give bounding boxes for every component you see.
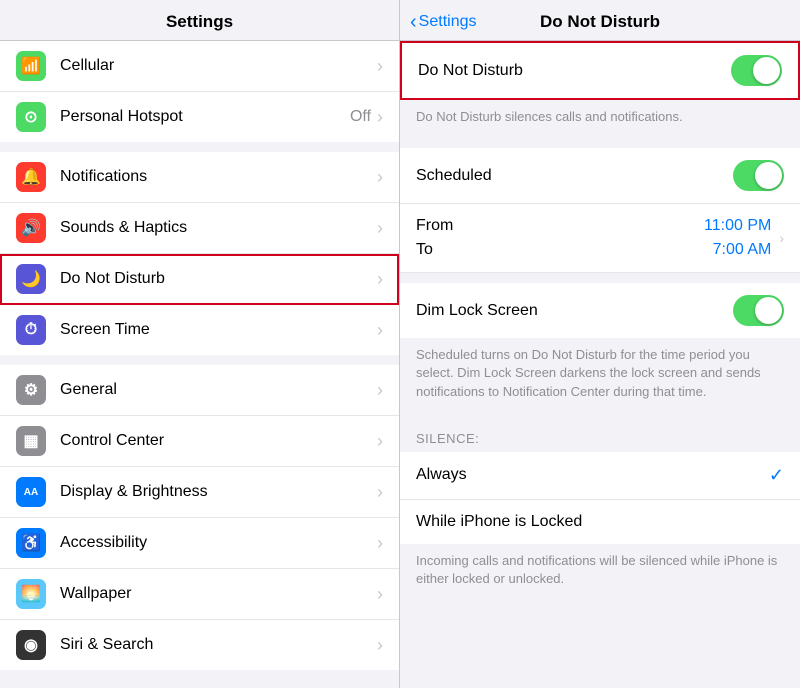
item-label-siri: Siri & Search (60, 636, 377, 654)
dim-lock-row[interactable]: Dim Lock Screen (400, 283, 800, 338)
dim-toggle[interactable] (733, 295, 784, 326)
left-header-title: Settings (166, 12, 233, 31)
back-button[interactable]: ‹ Settings (410, 11, 476, 34)
right-header-title: Do Not Disturb (540, 12, 660, 32)
left-panel-header: Settings (0, 0, 399, 41)
display-icon: AA (16, 477, 46, 507)
settings-item-sounds[interactable]: 🔊 Sounds & Haptics › (0, 203, 399, 254)
dnd-toggle-row[interactable]: Do Not Disturb (402, 43, 798, 98)
while-locked-label: While iPhone is Locked (416, 513, 784, 531)
sounds-icon: 🔊 (16, 213, 46, 243)
chevron-icon-screentime: › (377, 320, 383, 341)
scheduled-info: Scheduled turns on Do Not Disturb for th… (400, 338, 800, 413)
to-value: 7:00 AM (713, 238, 772, 262)
dnd-toggle-label: Do Not Disturb (418, 62, 731, 80)
screentime-icon: ⏱ (16, 315, 46, 345)
chevron-icon-cellular: › (377, 56, 383, 77)
settings-section-0: 📶 Cellular › ⊙ Personal Hotspot Off › (0, 41, 399, 142)
from-to-row[interactable]: From To 11:00 PM 7:00 AM › (400, 204, 800, 273)
settings-item-cellular[interactable]: 📶 Cellular › (0, 41, 399, 92)
chevron-icon-hotspot: › (377, 107, 383, 128)
chevron-icon-general: › (377, 380, 383, 401)
right-panel-header: ‹ Settings Do Not Disturb (400, 0, 800, 41)
control-icon: ▦ (16, 426, 46, 456)
settings-list: 📶 Cellular › ⊙ Personal Hotspot Off › 🔔 … (0, 41, 399, 688)
from-label: From (416, 214, 704, 238)
settings-item-accessibility[interactable]: ♿ Accessibility › (0, 518, 399, 569)
from-to-chevron-icon: › (779, 230, 784, 246)
hotspot-icon: ⊙ (16, 102, 46, 132)
cellular-icon: 📶 (16, 51, 46, 81)
dnd-description: Do Not Disturb silences calls and notifi… (400, 100, 800, 138)
scheduled-toggle-knob (755, 162, 782, 189)
while-locked-description: Incoming calls and notifications will be… (400, 544, 800, 600)
scheduled-label: Scheduled (416, 167, 733, 185)
item-label-screentime: Screen Time (60, 321, 377, 339)
settings-item-control[interactable]: ▦ Control Center › (0, 416, 399, 467)
item-value-hotspot: Off (350, 108, 371, 126)
settings-section-2: ⚙ General › ▦ Control Center › AA Displa… (0, 365, 399, 670)
from-to-values: 11:00 PM 7:00 AM (704, 214, 771, 262)
always-row[interactable]: Always ✓ (400, 452, 800, 500)
dnd-right-panel: ‹ Settings Do Not Disturb Do Not Disturb… (400, 0, 800, 688)
settings-item-dnd[interactable]: 🌙 Do Not Disturb › (0, 254, 399, 305)
item-label-hotspot: Personal Hotspot (60, 108, 350, 126)
chevron-icon-control: › (377, 431, 383, 452)
accessibility-icon: ♿ (16, 528, 46, 558)
settings-item-display[interactable]: AA Display & Brightness › (0, 467, 399, 518)
dnd-toggle[interactable] (731, 55, 782, 86)
scheduled-row[interactable]: Scheduled (400, 148, 800, 204)
settings-item-screentime[interactable]: ⏱ Screen Time › (0, 305, 399, 355)
settings-item-notifications[interactable]: 🔔 Notifications › (0, 152, 399, 203)
item-label-control: Control Center (60, 432, 377, 450)
item-label-dnd: Do Not Disturb (60, 270, 377, 288)
settings-item-wallpaper[interactable]: 🌅 Wallpaper › (0, 569, 399, 620)
general-icon: ⚙ (16, 375, 46, 405)
from-to-labels: From To (416, 214, 704, 262)
silence-header: SILENCE: (400, 413, 800, 452)
dnd-icon: 🌙 (16, 264, 46, 294)
while-locked-row[interactable]: While iPhone is Locked (400, 500, 800, 544)
back-label: Settings (419, 13, 477, 31)
dim-lock-label: Dim Lock Screen (416, 302, 733, 320)
wallpaper-icon: 🌅 (16, 579, 46, 609)
item-label-display: Display & Brightness (60, 483, 377, 501)
dim-toggle-knob (755, 297, 782, 324)
settings-item-siri[interactable]: ◉ Siri & Search › (0, 620, 399, 670)
scheduled-toggle[interactable] (733, 160, 784, 191)
settings-left-panel: Settings 📶 Cellular › ⊙ Personal Hotspot… (0, 0, 400, 688)
item-label-sounds: Sounds & Haptics (60, 219, 377, 237)
item-label-cellular: Cellular (60, 57, 377, 75)
chevron-icon-accessibility: › (377, 533, 383, 554)
silence-section: Always ✓ While iPhone is Locked (400, 452, 800, 544)
to-label: To (416, 238, 704, 262)
toggle-knob (753, 57, 780, 84)
notifications-icon: 🔔 (16, 162, 46, 192)
always-label: Always (416, 466, 769, 484)
item-label-wallpaper: Wallpaper (60, 585, 377, 603)
chevron-icon-display: › (377, 482, 383, 503)
chevron-icon-siri: › (377, 635, 383, 656)
settings-section-1: 🔔 Notifications › 🔊 Sounds & Haptics › 🌙… (0, 152, 399, 355)
checkmark-icon: ✓ (769, 465, 784, 486)
from-value: 11:00 PM (704, 214, 771, 238)
item-label-notifications: Notifications (60, 168, 377, 186)
chevron-icon-dnd: › (377, 269, 383, 290)
settings-item-hotspot[interactable]: ⊙ Personal Hotspot Off › (0, 92, 399, 142)
siri-icon: ◉ (16, 630, 46, 660)
item-label-accessibility: Accessibility (60, 534, 377, 552)
chevron-icon-notifications: › (377, 167, 383, 188)
chevron-icon-sounds: › (377, 218, 383, 239)
item-label-general: General (60, 381, 377, 399)
chevron-icon-wallpaper: › (377, 584, 383, 605)
dnd-content: Do Not Disturb Do Not Disturb silences c… (400, 41, 800, 688)
settings-item-general[interactable]: ⚙ General › (0, 365, 399, 416)
back-chevron-icon: ‹ (410, 11, 417, 34)
